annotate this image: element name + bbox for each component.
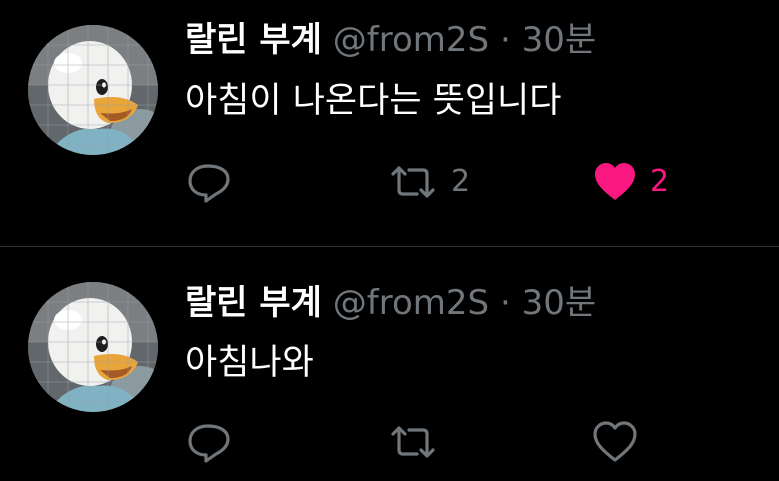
retweet-button[interactable] — [387, 420, 439, 464]
duck-mascot-icon — [28, 282, 158, 412]
retweet-icon — [391, 426, 435, 458]
retweet-icon — [391, 166, 435, 198]
timestamp[interactable]: 30분 — [522, 283, 597, 323]
speech-bubble-icon — [188, 424, 230, 463]
tweet-header: 랄린 부계 @from2S · 30분 — [185, 283, 596, 323]
avatar[interactable] — [28, 25, 158, 155]
tweet-text: 아침이 나온다는 뜻입니다 — [185, 81, 562, 121]
tweet[interactable]: 랄린 부계 @from2S · 30분 아침나와 — [0, 247, 779, 481]
reply-button[interactable] — [186, 420, 234, 464]
duck-mascot-icon — [28, 25, 158, 155]
separator: · — [499, 283, 511, 323]
separator: · — [499, 20, 511, 60]
timestamp[interactable]: 30분 — [522, 20, 597, 60]
tweet[interactable]: 랄린 부계 @from2S · 30분 아침이 나온다는 뜻입니다 2 2 — [0, 0, 779, 246]
handle[interactable]: @from2S — [333, 283, 489, 323]
reply-button[interactable] — [186, 160, 234, 204]
avatar[interactable] — [28, 282, 158, 412]
heart-filled-icon — [595, 163, 635, 200]
retweet-button[interactable]: 2 — [387, 160, 470, 204]
display-name[interactable]: 랄린 부계 — [185, 20, 322, 60]
retweet-count: 2 — [451, 164, 471, 199]
tweet-header: 랄린 부계 @from2S · 30분 — [185, 20, 596, 60]
handle[interactable]: @from2S — [333, 20, 489, 60]
like-button[interactable]: 2 — [592, 160, 669, 204]
like-button[interactable] — [592, 420, 638, 464]
display-name[interactable]: 랄린 부계 — [185, 283, 322, 323]
tweet-text: 아침나와 — [185, 343, 314, 383]
like-count: 2 — [650, 164, 670, 199]
heart-outline-icon — [593, 421, 637, 462]
speech-bubble-icon — [188, 164, 230, 203]
